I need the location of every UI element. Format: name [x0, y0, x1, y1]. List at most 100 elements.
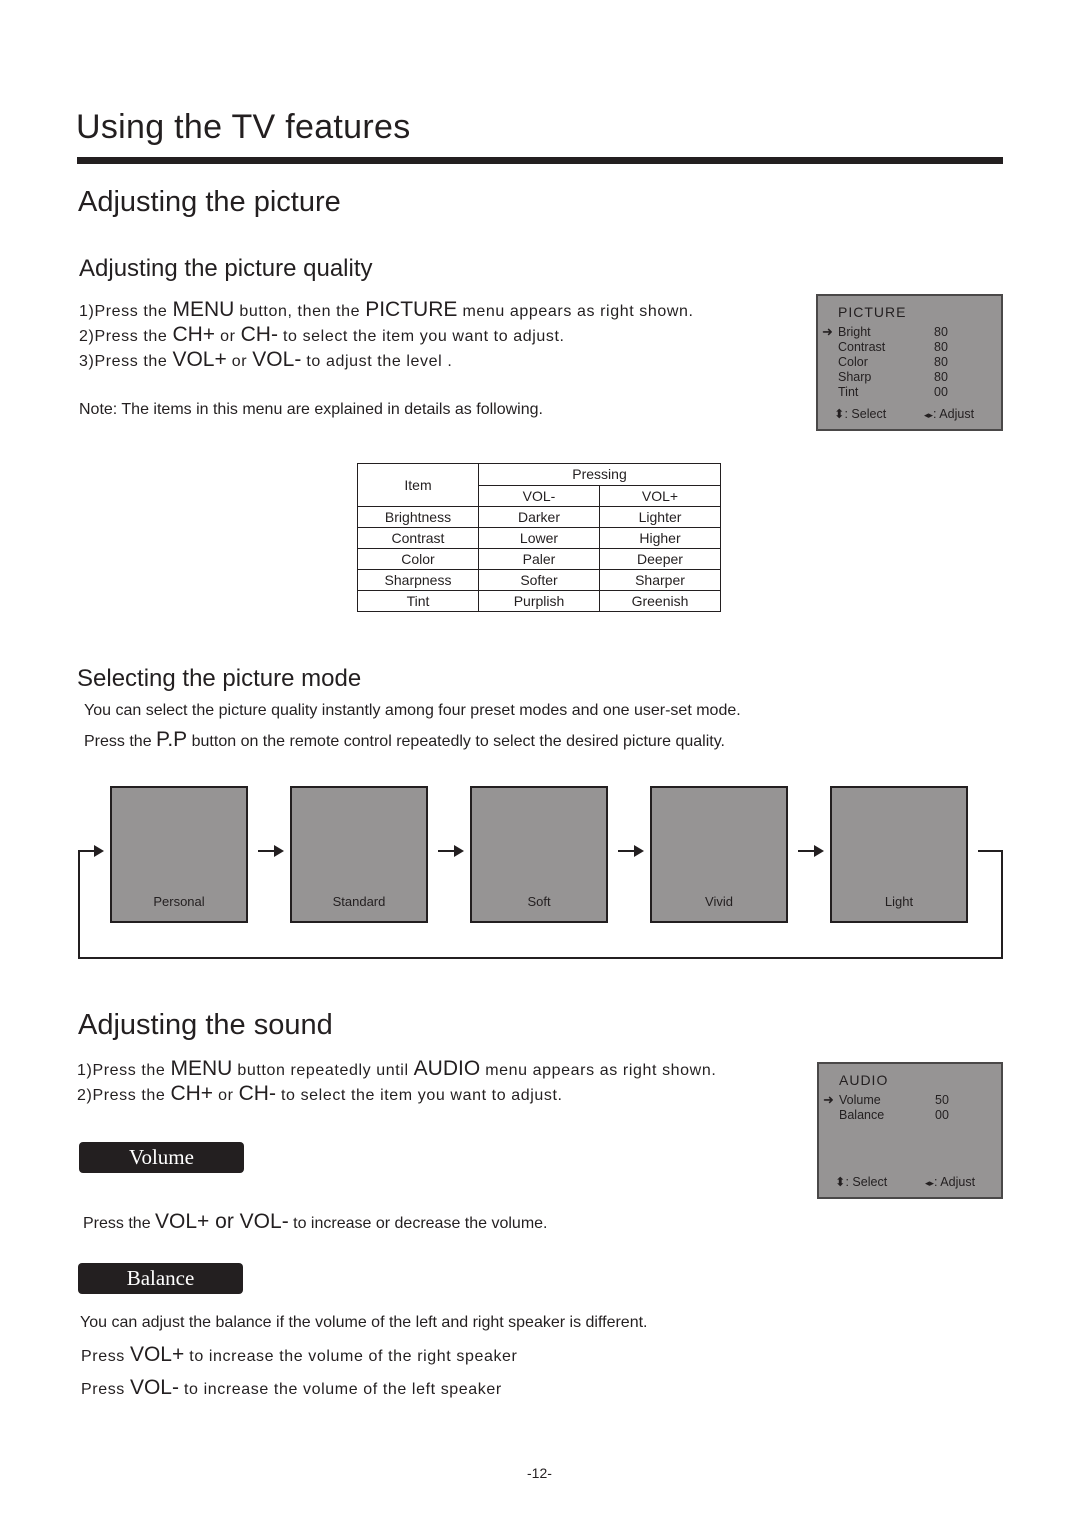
cell-vol-minus: Paler — [478, 548, 600, 570]
key-ch-minus: CH- — [240, 323, 278, 346]
picture-note: Note: The items in this menu are explain… — [79, 401, 543, 418]
balance-label-pill: Balance — [78, 1263, 243, 1294]
cell-vol-plus: Greenish — [599, 590, 721, 612]
header-item: Item — [357, 463, 479, 507]
title-rule — [77, 157, 1003, 164]
text: button on the remote control repeatedly … — [187, 733, 725, 750]
osd-item-contrast: Contrast 80 — [822, 340, 982, 354]
cell-item: Tint — [357, 590, 479, 612]
key-vol-plus: VOL+ — [129, 1343, 185, 1366]
mode-label: Soft — [527, 894, 551, 909]
balance-instruction-left: Press VOL- to increase the volume of the… — [81, 1376, 502, 1400]
osd-item-label: Balance — [839, 1108, 885, 1122]
key-vol-minus: VOL- — [129, 1376, 179, 1399]
cell-vol-plus: Higher — [599, 527, 721, 549]
osd-item-tint: Tint 00 — [822, 385, 982, 399]
osd-item-label: Sharp — [838, 370, 872, 384]
step-text: menu appears as right shown. — [480, 1062, 717, 1079]
text: Press the — [84, 733, 157, 750]
step-text: to select the item you want to adjust. — [275, 1087, 563, 1104]
sound-step-2: 2)Press the CH+ or CH- to select the ite… — [77, 1082, 563, 1106]
up-down-arrows-icon: ⬍ — [834, 407, 845, 421]
text: to increase the volume of the right spea… — [184, 1348, 518, 1365]
step-text: or — [213, 1087, 239, 1104]
key-vol-plus: VOL+ — [172, 348, 227, 371]
selection-arrow-icon: ➜ — [823, 1092, 834, 1107]
osd-item-value: 80 — [934, 340, 948, 354]
osd-item-label: Contrast — [838, 340, 886, 354]
key-vol-plus: VOL+ — [155, 1210, 210, 1233]
step-text: Press the — [94, 303, 173, 320]
key-menu: MENU — [170, 1057, 233, 1080]
table-row: Sharpness Softer Sharper — [357, 569, 721, 591]
page-number: -12- — [527, 1465, 552, 1481]
header-vol-minus: VOL- — [478, 484, 600, 507]
key-ch-plus: CH+ — [170, 1082, 214, 1105]
hint-text: : Adjust — [934, 1175, 976, 1189]
osd-adjust-hint: ◂▸: Adjust — [925, 1175, 975, 1189]
key-audio: AUDIO — [413, 1057, 481, 1080]
balance-intro: You can adjust the balance if the volume… — [80, 1314, 648, 1331]
osd-item-color: Color 80 — [822, 355, 982, 369]
step-text: button, then the — [234, 303, 366, 320]
osd-item-label: Color — [838, 355, 868, 369]
cell-vol-minus: Softer — [478, 569, 600, 591]
header-pressing: Pressing — [478, 463, 721, 486]
step-text: Press the — [94, 353, 173, 370]
table-row: Brightness Darker Lighter — [357, 506, 721, 528]
step-text: or — [215, 328, 241, 345]
picture-step-3: 3)Press the VOL+ or VOL- to adjust the l… — [79, 348, 452, 372]
osd-select-hint: ⬍: Select — [834, 406, 886, 421]
key-menu: MENU — [172, 298, 235, 321]
mode-box-vivid: Vivid — [650, 786, 788, 923]
osd-item-label: Tint — [838, 385, 859, 399]
osd-item-value: 80 — [934, 370, 948, 384]
loop-line-right — [1001, 850, 1003, 959]
section-heading-sound: Adjusting the sound — [78, 1009, 333, 1041]
text: Press the — [83, 1215, 156, 1232]
volume-instruction: Press the VOL+ or VOL- to increase or de… — [83, 1210, 548, 1234]
mode-box-light: Light — [830, 786, 968, 923]
osd-title: PICTURE — [838, 304, 907, 320]
osd-title: AUDIO — [839, 1072, 889, 1088]
cell-vol-plus: Lighter — [599, 506, 721, 528]
step-text: to select the item you want to adjust. — [277, 328, 565, 345]
header-vol-plus: VOL+ — [599, 484, 721, 507]
subsection-heading-picture-quality: Adjusting the picture quality — [79, 255, 373, 282]
step-text: Press the — [94, 328, 173, 345]
up-down-arrows-icon: ⬍ — [835, 1175, 846, 1189]
balance-instruction-right: Press VOL+ to increase the volume of the… — [81, 1343, 518, 1367]
osd-select-hint: ⬍: Select — [835, 1174, 887, 1189]
sound-step-1: 1)Press the MENU button repeatedly until… — [77, 1057, 716, 1081]
flow-arrow-icon — [78, 845, 104, 857]
osd-item-value: 80 — [934, 325, 948, 339]
key-picture: PICTURE — [365, 298, 458, 321]
picture-adjust-table: Item Pressing VOL- VOL+ Brightness Darke… — [357, 463, 721, 612]
osd-item-value: 00 — [935, 1108, 949, 1122]
cell-vol-minus: Lower — [478, 527, 600, 549]
mode-label: Standard — [332, 894, 386, 909]
picture-mode-instruction: Press the P.P button on the remote contr… — [84, 728, 725, 752]
key-ch-minus: CH- — [238, 1082, 276, 1105]
picture-osd-menu: PICTURE ➜ Bright 80 Contrast 80 Color 80 Sha… — [816, 294, 1003, 431]
mode-box-soft: Soft — [470, 786, 608, 923]
mode-box-standard: Standard — [290, 786, 428, 923]
step-text: menu appears as right shown. — [457, 303, 694, 320]
page-title: Using the TV features — [76, 108, 411, 146]
subsection-heading-picture-mode: Selecting the picture mode — [77, 665, 362, 692]
picture-step-1: 1)Press the MENU button, then the PICTUR… — [79, 298, 694, 322]
loop-line-out — [978, 850, 1003, 852]
flow-arrow-icon — [618, 845, 644, 857]
text: Press — [81, 1381, 130, 1398]
section-heading-picture: Adjusting the picture — [78, 186, 341, 218]
step-number: 1) — [79, 303, 95, 320]
flow-arrow-icon — [258, 845, 284, 857]
cell-item: Brightness — [357, 506, 479, 528]
osd-item-bright: ➜ Bright 80 — [822, 324, 982, 340]
mode-box-personal: Personal — [110, 786, 248, 923]
mode-label: Light — [884, 894, 914, 909]
step-text: or — [226, 353, 253, 370]
mode-label: Personal — [153, 894, 205, 909]
picture-step-2: 2)Press the CH+ or CH- to select the ite… — [79, 323, 565, 347]
osd-item-sharp: Sharp 80 — [822, 370, 982, 384]
